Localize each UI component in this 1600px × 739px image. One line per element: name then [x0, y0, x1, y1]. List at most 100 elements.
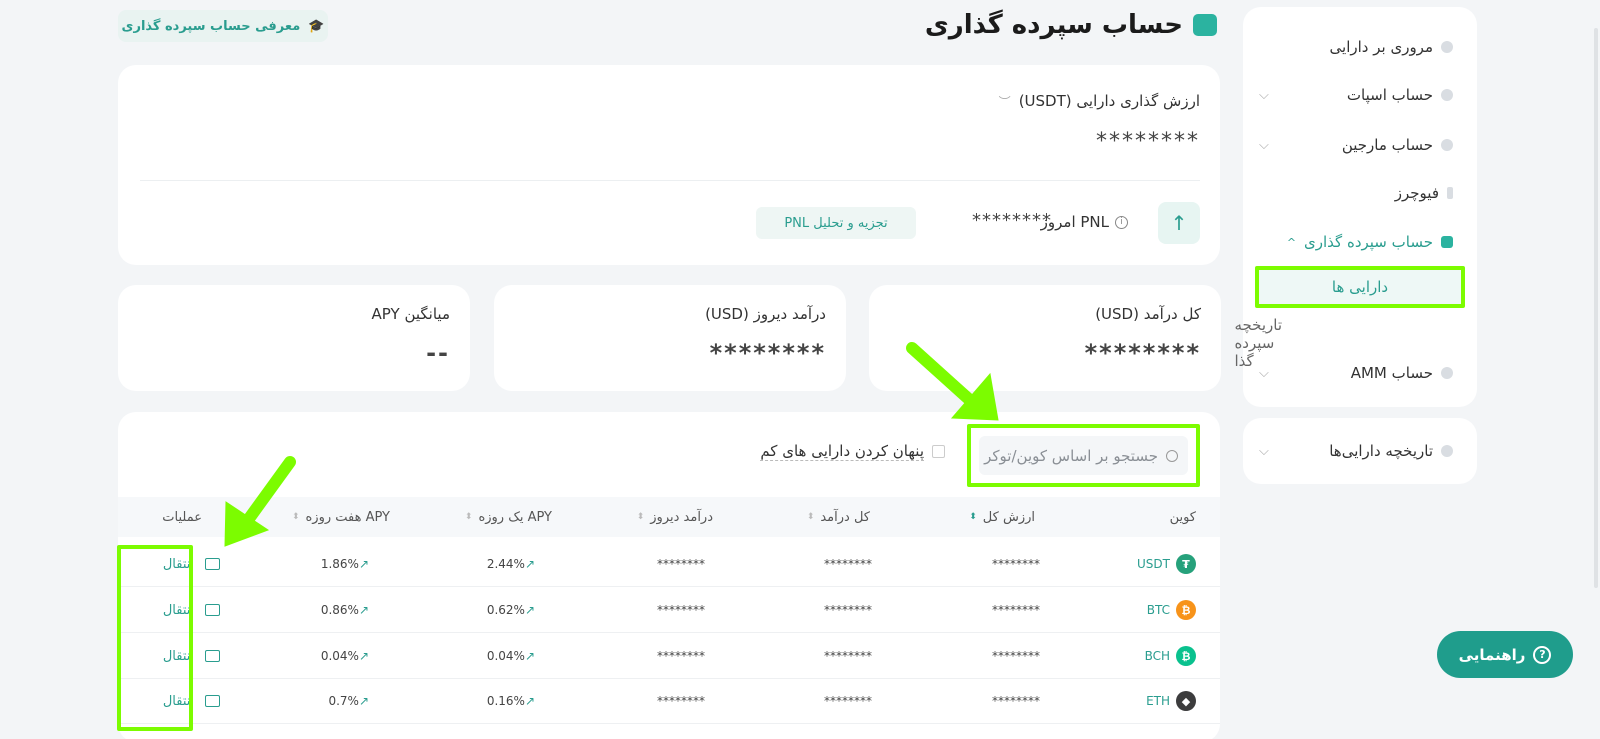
table-row: ₮ USDT ******** ******** ******** 2.44% …	[118, 541, 1220, 587]
coin-name: BTC	[1146, 603, 1170, 617]
sort-icon: ⬍	[969, 512, 977, 522]
th-apy-7d[interactable]: APY هفت روزه ⬍	[292, 497, 390, 537]
stat-label: کل درآمد (USD)	[1095, 305, 1201, 323]
margin-icon	[1441, 139, 1453, 151]
stat-card-avg-apy: میانگین APY --	[118, 285, 470, 391]
coin-cell: ◆ ETH	[1146, 678, 1196, 724]
arrow-up-icon: ↑	[1158, 202, 1200, 244]
sort-icon: ⬍	[291, 512, 300, 522]
th-label: درآمد دیروز	[650, 509, 713, 525]
chevron-down-icon[interactable]: ⌵	[1259, 437, 1269, 465]
apy-7d-cell: 0.86% ↗	[321, 587, 372, 633]
valuation-value: ********	[1096, 129, 1200, 154]
apy-7d-value: 0.04%	[320, 649, 359, 663]
divider	[140, 180, 1200, 181]
th-apy-1d[interactable]: APY یک روزه ⬍	[465, 497, 552, 537]
total-income-cell: ********	[824, 694, 872, 708]
scrollbar[interactable]	[1594, 28, 1598, 588]
coin-cell: ₮ USDT	[1137, 541, 1196, 587]
th-label: عملیات	[162, 509, 202, 525]
table-row: ₿ BTC ******** ******** ******** 0.62% ↗…	[118, 587, 1220, 633]
sidebar-item-asset-history[interactable]: تاریخچه دارایی‌ها	[1329, 437, 1453, 465]
total-income-cell: ********	[824, 649, 872, 663]
sidebar-item-spot[interactable]: حساب اسپات	[1347, 81, 1453, 109]
page-title: حساب سپرده گذاری	[925, 10, 1217, 40]
yesterday-income-cell: ********	[657, 649, 705, 663]
sidebar-item-margin[interactable]: حساب مارجین	[1342, 131, 1453, 159]
apy-7d-cell: 0.04% ↗	[321, 633, 372, 679]
sidebar-item-label: حساب AMM	[1350, 364, 1433, 382]
trend-up-icon: ↗	[358, 694, 369, 708]
info-icon[interactable]: i	[1115, 215, 1128, 229]
pnl-label: i PNL امروز	[1041, 213, 1128, 231]
table-row: ◆ ETH ******** ******** ******** 0.16% ↗…	[118, 678, 1220, 724]
search-highlight: جستجو بر اساس کوین/توکر	[967, 424, 1200, 487]
chart-icon[interactable]	[205, 604, 220, 616]
th-yesterday-income[interactable]: درآمد دیروز ⬍	[637, 497, 713, 537]
apy-1d-cell: 2.44% ↗	[487, 541, 538, 587]
graduation-cap-icon: 🎓	[308, 18, 325, 34]
chevron-down-icon[interactable]: ⌵	[1259, 131, 1269, 159]
apy-1d-value: 2.44%	[486, 557, 525, 571]
pnl-analysis-button[interactable]: تجزیه و تحلیل PNL	[756, 207, 916, 239]
sort-icon: ⬍	[806, 512, 815, 522]
hide-small-assets-toggle[interactable]: پنهان کردن دارایی های کم	[760, 442, 945, 461]
chart-cell	[205, 587, 220, 633]
intro-deposit-account-button[interactable]: 🎓 معرفی حساب سپرده گذاری	[118, 10, 328, 42]
apy-7d-value: 0.86%	[320, 603, 359, 617]
usdt-coin-icon: ₮	[1176, 554, 1196, 574]
sidebar-item-amm[interactable]: حساب AMM	[1351, 359, 1453, 387]
chevron-down-icon[interactable]: ⌵	[1259, 81, 1269, 109]
chart-icon[interactable]	[205, 558, 220, 570]
trend-up-icon: ↗	[524, 603, 535, 617]
total-value-cell: ********	[992, 557, 1040, 571]
coin-cell: ₿ BTC	[1147, 587, 1196, 633]
overview-icon	[1441, 41, 1453, 53]
chart-icon[interactable]	[205, 695, 220, 707]
coin-name: BCH	[1144, 649, 1170, 663]
valuation-label: ارزش گذاری دارایی (USDT) ︶	[999, 92, 1200, 110]
search-icon	[1166, 449, 1178, 462]
search-input[interactable]: جستجو بر اساس کوین/توکر	[979, 436, 1188, 475]
chart-icon[interactable]	[205, 650, 220, 662]
search-placeholder: جستجو بر اساس کوین/توکر	[984, 446, 1158, 465]
hide-small-checkbox[interactable]	[932, 445, 945, 458]
yesterday-income-cell: ********	[657, 694, 705, 708]
question-icon: ?	[1533, 645, 1552, 664]
history-icon	[1441, 445, 1453, 457]
trend-up-icon: ↗	[524, 694, 535, 708]
yesterday-income-cell: ********	[657, 557, 705, 571]
operations-highlight	[117, 545, 193, 731]
stat-card-total-income: کل درآمد (USD) ********	[869, 285, 1221, 391]
sidebar-item-deposit[interactable]: حساب سپرده گذاری ^	[1287, 228, 1453, 256]
total-value-cell: ********	[992, 649, 1040, 663]
sidebar-item-label: مروری بر دارایی	[1329, 38, 1433, 56]
th-label: کل درآمد	[820, 509, 870, 525]
trend-up-icon: ↗	[524, 649, 535, 663]
deposit-icon	[1441, 236, 1453, 248]
th-total-income[interactable]: کل درآمد ⬍	[807, 497, 870, 537]
stat-card-yesterday-income: درآمد دیروز (USD) ********	[494, 285, 846, 391]
hide-small-label: پنهان کردن دارایی های کم	[760, 442, 924, 461]
futures-icon	[1447, 187, 1453, 199]
eye-hidden-icon[interactable]: ︶	[999, 93, 1011, 110]
apy-1d-cell: 0.62% ↗	[487, 587, 538, 633]
pnl-value: ********	[972, 210, 1052, 231]
stat-label: میانگین APY	[371, 305, 450, 323]
spot-icon	[1441, 89, 1453, 101]
th-label: ارزش کل	[982, 509, 1035, 525]
apy-1d-cell: 0.16% ↗	[487, 678, 538, 724]
trend-up-icon: ↗	[524, 557, 535, 571]
sidebar-subitem-assets[interactable]: دارایی ها	[1255, 266, 1465, 308]
coin-cell: ₿ BCH	[1145, 633, 1196, 679]
sidebar-item-futures[interactable]: فیوچرز	[1395, 179, 1453, 207]
sidebar-item-overview[interactable]: مروری بر دارایی	[1330, 33, 1453, 61]
th-total-value[interactable]: ارزش کل ⬍	[969, 497, 1035, 537]
chevron-down-icon[interactable]: ⌵	[1259, 359, 1269, 387]
stat-value: ********	[1084, 339, 1201, 367]
th-label: APY یک روزه	[478, 509, 552, 525]
chart-cell	[205, 633, 220, 679]
total-income-cell: ********	[824, 603, 872, 617]
btc-coin-icon: ₿	[1176, 600, 1196, 620]
help-button[interactable]: ? راهنمایی	[1437, 631, 1573, 678]
